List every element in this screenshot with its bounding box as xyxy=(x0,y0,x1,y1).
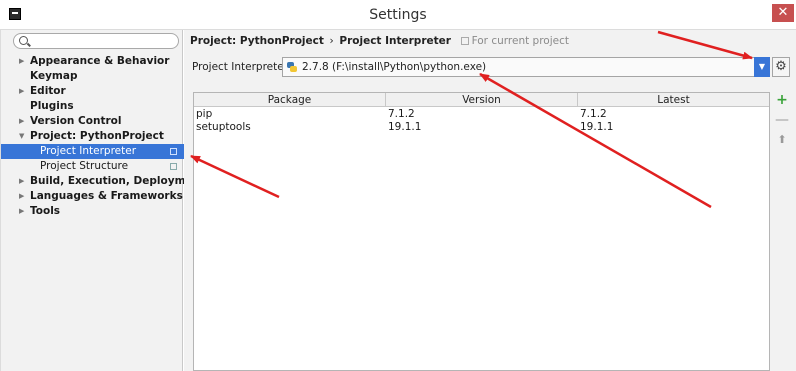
sidebar-item-editor[interactable]: ▶ Editor xyxy=(1,84,184,99)
expand-right-icon[interactable]: ▶ xyxy=(19,204,24,219)
copy-icon xyxy=(170,148,177,155)
search-field[interactable] xyxy=(13,33,179,49)
interpreter-select[interactable]: 2.7.8 (F:\install\Python\python.exe) xyxy=(282,57,755,77)
python-icon xyxy=(287,62,297,72)
column-header-version[interactable]: Version xyxy=(386,93,578,107)
sidebar-item-plugins[interactable]: Plugins xyxy=(1,99,184,114)
settings-tree: ▶ Appearance & Behavior Keymap ▶ Editor Plugi… xyxy=(1,54,205,219)
copy-icon xyxy=(170,163,177,170)
breadcrumb: Project: PythonProject › Project Interpr… xyxy=(190,35,569,47)
breadcrumb-separator: › xyxy=(329,35,334,47)
sidebar-item-label: Project: PythonProject xyxy=(30,130,164,142)
breadcrumb-project: Project: PythonProject xyxy=(190,35,324,47)
table-row[interactable]: setuptools 19.1.1 19.1.1 xyxy=(194,121,769,134)
interpreter-dropdown-button[interactable]: ▼ xyxy=(754,57,770,77)
package-name: pip xyxy=(196,108,213,120)
sidebar-item-label: Build, Execution, Deployment xyxy=(30,175,206,187)
sidebar-item-tools[interactable]: ▶ Tools xyxy=(1,204,184,219)
remove-package-button[interactable]: — xyxy=(774,112,790,128)
package-toolbar: + — ⬆ xyxy=(770,92,794,371)
package-version: 19.1.1 xyxy=(388,121,422,133)
sidebar-item-project-interpreter[interactable]: Project Interpreter xyxy=(1,144,184,159)
expand-right-icon[interactable]: ▶ xyxy=(19,54,24,69)
sidebar-item-appearance-behavior[interactable]: ▶ Appearance & Behavior xyxy=(1,54,184,69)
table-row[interactable]: pip 7.1.2 7.1.2 xyxy=(194,108,769,121)
sidebar-item-label: Editor xyxy=(30,85,66,97)
package-latest: 19.1.1 xyxy=(580,121,614,133)
expand-right-icon[interactable]: ▶ xyxy=(19,189,24,204)
search-icon xyxy=(19,36,28,45)
sidebar-item-label: Keymap xyxy=(30,70,78,82)
expand-right-icon[interactable]: ▶ xyxy=(19,84,24,99)
expand-right-icon[interactable]: ▶ xyxy=(19,174,24,189)
interpreter-value: 2.7.8 (F:\install\Python\python.exe) xyxy=(302,61,487,73)
scope-label: For current project xyxy=(460,35,569,47)
sidebar-item-label: Version Control xyxy=(30,115,122,127)
column-header-package[interactable]: Package xyxy=(194,93,386,107)
package-version: 7.1.2 xyxy=(388,108,415,120)
sidebar-item-label: Appearance & Behavior xyxy=(30,55,170,67)
settings-sidebar: ▶ Appearance & Behavior Keymap ▶ Editor Plugi… xyxy=(0,30,205,371)
package-latest: 7.1.2 xyxy=(580,108,607,120)
sidebar-item-label: Languages & Frameworks xyxy=(30,190,183,202)
sidebar-item-project-pythonproject[interactable]: ▼ Project: PythonProject xyxy=(1,129,184,144)
expand-down-icon[interactable]: ▼ xyxy=(19,129,24,144)
sidebar-item-version-control[interactable]: ▶ Version Control xyxy=(1,114,184,129)
main-panel: Project: PythonProject › Project Interpr… xyxy=(184,30,796,371)
close-button[interactable]: ✕ xyxy=(772,4,794,22)
sidebar-item-build-execution-deployment[interactable]: ▶ Build, Execution, Deployment xyxy=(1,174,205,189)
upgrade-package-button[interactable]: ⬆ xyxy=(774,132,790,148)
table-header: Package Version Latest xyxy=(194,93,769,107)
window-title: Settings xyxy=(369,7,427,23)
sidebar-item-languages-frameworks[interactable]: ▶ Languages & Frameworks xyxy=(1,189,184,204)
interpreter-label: Project Interpreter: xyxy=(192,61,292,73)
sidebar-item-project-structure[interactable]: Project Structure xyxy=(1,159,184,174)
expand-right-icon[interactable]: ▶ xyxy=(19,114,24,129)
gear-icon[interactable]: ⚙ xyxy=(772,57,790,77)
title-bar: Settings ✕ xyxy=(0,0,796,30)
scope-text: For current project xyxy=(471,35,569,47)
sidebar-item-label: Plugins xyxy=(30,100,74,112)
add-package-button[interactable]: + xyxy=(774,92,790,108)
copy-icon xyxy=(460,37,469,45)
sidebar-item-keymap[interactable]: Keymap xyxy=(1,69,184,84)
sidebar-item-label: Tools xyxy=(30,205,61,217)
sidebar-item-label: Project Structure xyxy=(40,160,129,172)
packages-table: Package Version Latest pip 7.1.2 7.1.2 s… xyxy=(193,92,770,371)
sidebar-item-label: Project Interpreter xyxy=(40,145,137,157)
column-header-latest[interactable]: Latest xyxy=(578,93,769,107)
breadcrumb-page: Project Interpreter xyxy=(339,35,451,47)
search-input[interactable] xyxy=(32,34,172,48)
package-name: setuptools xyxy=(196,121,251,133)
